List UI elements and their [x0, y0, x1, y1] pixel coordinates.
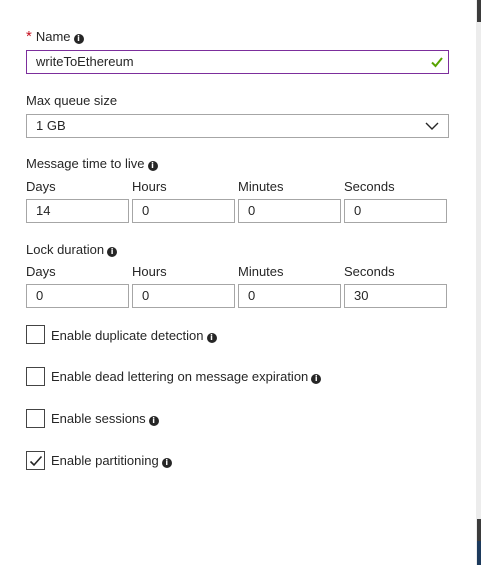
- sessions-label: Enable sessions i: [51, 411, 159, 427]
- max-queue-size-label: Max queue size: [26, 93, 118, 108]
- chevron-down-icon: [425, 122, 439, 130]
- required-marker: *: [26, 28, 32, 45]
- info-icon[interactable]: i: [206, 333, 217, 343]
- name-input-value: writeToEthereum: [36, 54, 134, 69]
- ttl-days-label: Days: [26, 179, 56, 194]
- lock-duration-label: Lock duration i: [26, 242, 118, 258]
- info-icon[interactable]: i: [73, 34, 84, 44]
- sessions-label-text: Enable sessions: [51, 411, 146, 426]
- lock-minutes-input[interactable]: 0: [238, 284, 341, 308]
- dead-lettering-checkbox[interactable]: [26, 367, 45, 386]
- lock-minutes-label: Minutes: [238, 264, 284, 279]
- lock-days-input[interactable]: 0: [26, 284, 129, 308]
- dead-lettering-label: Enable dead lettering on message expirat…: [51, 369, 322, 385]
- strip-blue-bottom: [477, 541, 481, 565]
- info-icon[interactable]: i: [147, 161, 158, 171]
- lock-seconds-input[interactable]: 30: [344, 284, 447, 308]
- lock-seconds-label: Seconds: [344, 264, 395, 279]
- max-queue-size-value: 1 GB: [36, 118, 66, 133]
- lock-hours-label: Hours: [132, 264, 167, 279]
- create-queue-panel: * Name i writeToEthereum Max queue size 1 …: [0, 0, 476, 565]
- right-scrollbar-strip: [476, 0, 481, 565]
- ttl-hours-label: Hours: [132, 179, 167, 194]
- ttl-minutes-input[interactable]: 0: [238, 199, 341, 223]
- lock-days-label: Days: [26, 264, 56, 279]
- info-icon[interactable]: i: [107, 247, 118, 257]
- info-icon[interactable]: i: [148, 416, 159, 426]
- strip-dark-top: [477, 0, 481, 22]
- name-label: * Name i: [26, 29, 84, 45]
- checkmark-icon: [29, 455, 43, 467]
- message-ttl-label: Message time to live i: [26, 156, 158, 172]
- duplicate-detection-label-text: Enable duplicate detection: [51, 328, 204, 343]
- name-input[interactable]: writeToEthereum: [26, 50, 449, 74]
- dead-lettering-label-text: Enable dead lettering on message expirat…: [51, 369, 309, 384]
- info-icon[interactable]: i: [161, 458, 172, 468]
- ttl-seconds-label: Seconds: [344, 179, 395, 194]
- ttl-hours-input[interactable]: 0: [132, 199, 235, 223]
- ttl-days-input[interactable]: 14: [26, 199, 129, 223]
- ttl-seconds-input[interactable]: 0: [344, 199, 447, 223]
- message-ttl-label-text: Message time to live: [26, 156, 145, 171]
- name-label-text: Name: [35, 29, 71, 44]
- info-icon[interactable]: i: [311, 374, 322, 384]
- partitioning-label: Enable partitioning i: [51, 453, 172, 469]
- ttl-minutes-label: Minutes: [238, 179, 284, 194]
- partitioning-checkbox[interactable]: [26, 451, 45, 470]
- partitioning-label-text: Enable partitioning: [51, 453, 159, 468]
- lock-hours-input[interactable]: 0: [132, 284, 235, 308]
- lock-duration-label-text: Lock duration: [26, 242, 105, 257]
- valid-check-icon: [431, 57, 443, 68]
- duplicate-detection-checkbox[interactable]: [26, 325, 45, 344]
- sessions-checkbox[interactable]: [26, 409, 45, 428]
- duplicate-detection-label: Enable duplicate detection i: [51, 328, 217, 344]
- max-queue-size-select[interactable]: 1 GB: [26, 114, 449, 138]
